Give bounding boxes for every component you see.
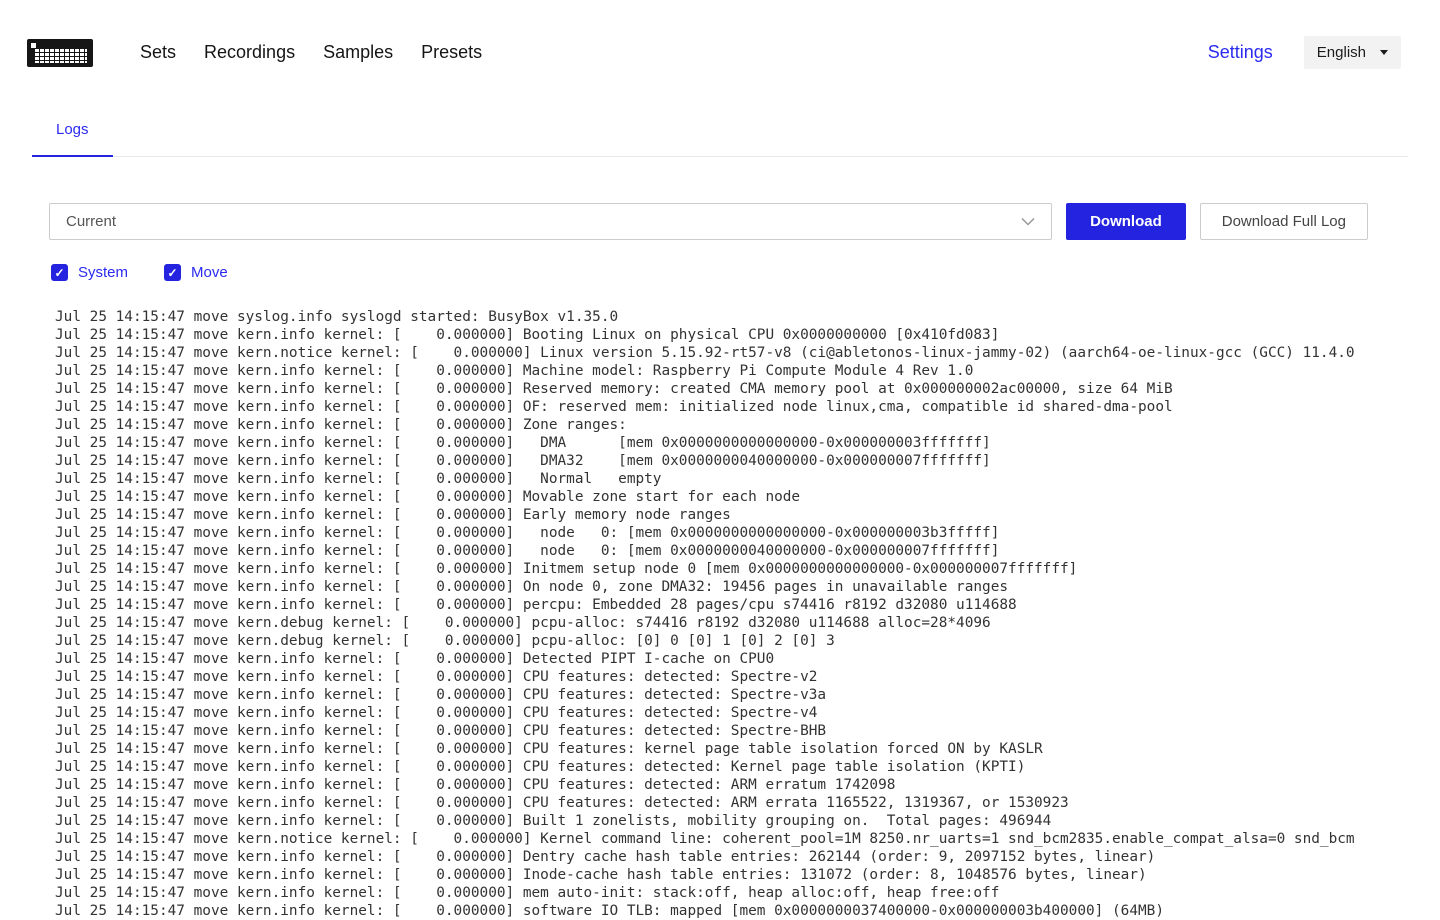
caret-down-icon	[1380, 50, 1388, 55]
log-line: Jul 25 14:15:47 move kern.info kernel: […	[55, 740, 1440, 758]
move-logo[interactable]	[27, 39, 93, 67]
system-checkbox[interactable]	[51, 264, 68, 281]
header-right: Settings English	[1208, 36, 1401, 69]
filter-label: System	[78, 264, 128, 281]
filter-move[interactable]: Move	[164, 264, 228, 281]
log-line: Jul 25 14:15:47 move kern.info kernel: […	[55, 884, 1440, 902]
move-logo-screen	[31, 43, 36, 48]
filter-system[interactable]: System	[51, 264, 128, 281]
top-nav-bar: Sets Recordings Samples Presets Settings En…	[0, 0, 1440, 69]
log-line: Jul 25 14:15:47 move kern.info kernel: […	[55, 452, 1440, 470]
log-line: Jul 25 14:15:47 move kern.info kernel: […	[55, 398, 1440, 416]
log-line: Jul 25 14:15:47 move kern.info kernel: […	[55, 902, 1440, 920]
log-line: Jul 25 14:15:47 move kern.info kernel: […	[55, 668, 1440, 686]
log-filters: System Move	[51, 264, 1408, 281]
log-line: Jul 25 14:15:47 move kern.info kernel: […	[55, 578, 1440, 596]
log-controls: Current Download Download Full Log	[49, 203, 1368, 240]
download-button[interactable]: Download	[1066, 203, 1186, 240]
log-line: Jul 25 14:15:47 move kern.notice kernel:…	[55, 344, 1440, 362]
language-select[interactable]: English	[1304, 36, 1401, 69]
settings-link[interactable]: Settings	[1208, 42, 1273, 63]
log-line: Jul 25 14:15:47 move kern.info kernel: […	[55, 812, 1440, 830]
log-line: Jul 25 14:15:47 move kern.info kernel: […	[55, 704, 1440, 722]
nav-item-samples[interactable]: Samples	[323, 42, 393, 63]
log-file-select-value: Current	[66, 213, 116, 230]
nav-item-presets[interactable]: Presets	[421, 42, 482, 63]
tab-bar: Logs	[32, 109, 1408, 157]
download-full-log-button[interactable]: Download Full Log	[1200, 203, 1368, 240]
log-line: Jul 25 14:15:47 move kern.info kernel: […	[55, 722, 1440, 740]
log-output: Jul 25 14:15:47 move syslog.info syslogd…	[55, 308, 1440, 920]
log-line: Jul 25 14:15:47 move syslog.info syslogd…	[55, 308, 1440, 326]
log-line: Jul 25 14:15:47 move kern.info kernel: […	[55, 542, 1440, 560]
log-line: Jul 25 14:15:47 move kern.info kernel: […	[55, 470, 1440, 488]
log-line: Jul 25 14:15:47 move kern.info kernel: […	[55, 794, 1440, 812]
log-line: Jul 25 14:15:47 move kern.info kernel: […	[55, 596, 1440, 614]
log-line: Jul 25 14:15:47 move kern.info kernel: […	[55, 506, 1440, 524]
tab-logs[interactable]: Logs	[32, 109, 113, 157]
log-line: Jul 25 14:15:47 move kern.info kernel: […	[55, 560, 1440, 578]
log-line: Jul 25 14:15:47 move kern.info kernel: […	[55, 416, 1440, 434]
log-file-select[interactable]: Current	[49, 203, 1052, 240]
log-line: Jul 25 14:15:47 move kern.info kernel: […	[55, 488, 1440, 506]
nav-item-recordings[interactable]: Recordings	[204, 42, 295, 63]
log-line: Jul 25 14:15:47 move kern.info kernel: […	[55, 434, 1440, 452]
chevron-down-icon	[1021, 217, 1035, 226]
log-line: Jul 25 14:15:47 move kern.info kernel: […	[55, 866, 1440, 884]
log-line: Jul 25 14:15:47 move kern.info kernel: […	[55, 848, 1440, 866]
language-select-value: English	[1317, 44, 1366, 61]
log-line: Jul 25 14:15:47 move kern.info kernel: […	[55, 326, 1440, 344]
log-line: Jul 25 14:15:47 move kern.debug kernel: …	[55, 632, 1440, 650]
log-line: Jul 25 14:15:47 move kern.debug kernel: …	[55, 614, 1440, 632]
move-logo-pad-grid-icon	[35, 49, 87, 63]
log-line: Jul 25 14:15:47 move kern.info kernel: […	[55, 380, 1440, 398]
log-line: Jul 25 14:15:47 move kern.notice kernel:…	[55, 830, 1440, 848]
main-nav: Sets Recordings Samples Presets	[140, 42, 482, 63]
log-line: Jul 25 14:15:47 move kern.info kernel: […	[55, 650, 1440, 668]
log-line: Jul 25 14:15:47 move kern.info kernel: […	[55, 776, 1440, 794]
log-line: Jul 25 14:15:47 move kern.info kernel: […	[55, 758, 1440, 776]
filter-label: Move	[191, 264, 228, 281]
log-line: Jul 25 14:15:47 move kern.info kernel: […	[55, 686, 1440, 704]
move-checkbox[interactable]	[164, 264, 181, 281]
log-line: Jul 25 14:15:47 move kern.info kernel: […	[55, 524, 1440, 542]
log-line: Jul 25 14:15:47 move kern.info kernel: […	[55, 362, 1440, 380]
nav-item-sets[interactable]: Sets	[140, 42, 176, 63]
